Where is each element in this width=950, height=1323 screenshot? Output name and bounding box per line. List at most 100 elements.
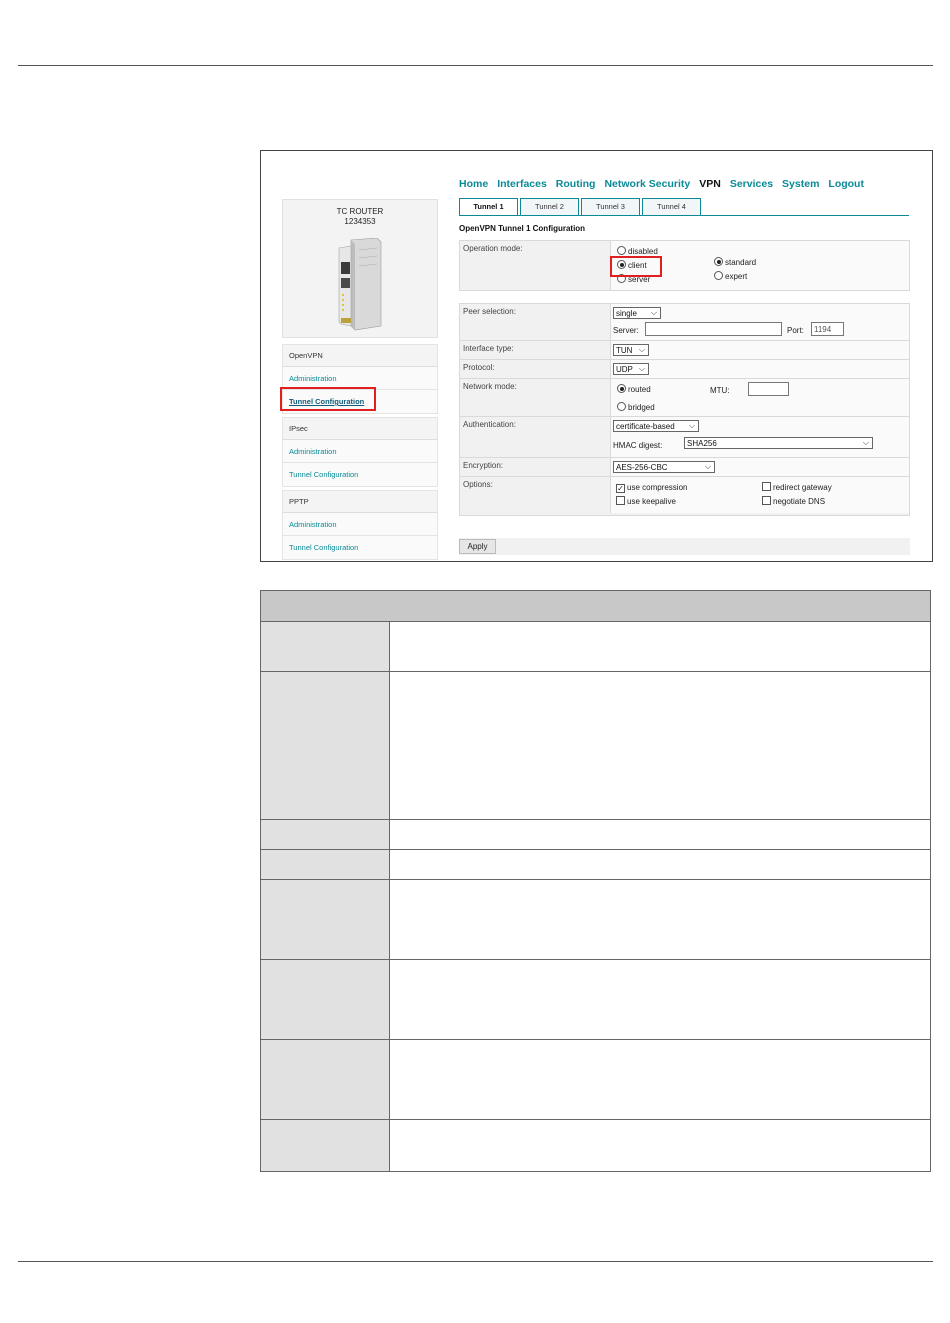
highlight-client-mode — [610, 256, 662, 277]
variant-expert-option[interactable]: expert — [714, 271, 747, 282]
variant-standard-label: standard — [725, 258, 757, 267]
radio-icon — [714, 271, 723, 280]
device-card: TC ROUTER 1234353 — [282, 199, 438, 338]
options-label: Options: — [463, 480, 493, 489]
apply-button[interactable]: Apply — [459, 539, 496, 554]
radio-icon — [617, 246, 626, 255]
interface-type-row: Interface type: TUN ⌵ — [460, 341, 909, 360]
sidebar-item-pptp-tunnel-configuration[interactable]: Tunnel Configuration — [283, 536, 437, 559]
nav-network-security[interactable]: Network Security — [604, 178, 690, 192]
interface-type-value: TUN — [616, 346, 633, 355]
sidebar-item-pptp-administration[interactable]: Administration — [283, 513, 437, 536]
sidebar-pptp: PPTP Administration Tunnel Configuration — [282, 490, 438, 560]
apply-bar — [459, 538, 910, 555]
network-mode-routed-option[interactable]: routed — [617, 384, 651, 395]
port-input[interactable]: 1194 — [811, 322, 844, 336]
protocol-value: UDP — [616, 365, 633, 374]
nav-home[interactable]: Home — [459, 178, 488, 192]
checkbox-icon — [616, 496, 625, 505]
nav-services[interactable]: Services — [730, 178, 773, 192]
sidebar-ipsec: IPsec Administration Tunnel Configuratio… — [282, 417, 438, 487]
interface-type-select[interactable]: TUN ⌵ — [613, 344, 649, 356]
nav-system[interactable]: System — [782, 178, 819, 192]
sidebar-item-ipsec-tunnel-configuration[interactable]: Tunnel Configuration — [283, 463, 437, 486]
option-redirect-gateway[interactable]: redirect gateway — [762, 482, 832, 493]
parameter-table-header — [261, 591, 930, 622]
network-mode-label: Network mode: — [463, 382, 517, 391]
protocol-label: Protocol: — [463, 363, 495, 372]
network-mode-bridged-label: bridged — [628, 403, 655, 412]
mode-disabled-label: disabled — [628, 247, 658, 256]
router-device-image — [338, 238, 382, 331]
table-cell-parameter — [261, 1040, 390, 1119]
table-cell-parameter — [261, 672, 390, 819]
radio-selected-icon — [714, 257, 723, 266]
table-cell-description — [390, 672, 930, 819]
option-use-keepalive[interactable]: use keepalive — [616, 496, 676, 507]
nav-interfaces[interactable]: Interfaces — [497, 178, 547, 192]
nav-logout[interactable]: Logout — [828, 178, 864, 192]
table-cell-description — [390, 880, 930, 959]
option-use-keepalive-label: use keepalive — [627, 497, 676, 506]
table-row — [261, 1040, 930, 1120]
chevron-down-icon: ⌵ — [638, 345, 645, 354]
operation-mode-label: Operation mode: — [463, 244, 523, 253]
tab-tunnel-1[interactable]: Tunnel 1 — [459, 198, 518, 215]
encryption-row: Encryption: AES-256-CBC ⌵ — [460, 458, 909, 477]
peer-selection-values: single ⌵ Server: Port: 1194 — [610, 304, 909, 340]
option-negotiate-dns[interactable]: negotiate DNS — [762, 496, 825, 507]
peer-selection-value: single — [616, 309, 637, 318]
table-row — [261, 850, 930, 880]
server-label: Server: — [613, 326, 639, 335]
variant-standard-option[interactable]: standard — [714, 257, 756, 268]
chevron-down-icon: ⌵ — [688, 421, 695, 430]
authentication-select[interactable]: certificate-based ⌵ — [613, 420, 699, 432]
sidebar-item-ipsec-administration[interactable]: Administration — [283, 440, 437, 463]
router-screenshot: TC ROUTER 1234353 OpenVPN Administration… — [260, 150, 933, 562]
protocol-row: Protocol: UDP ⌵ — [460, 360, 909, 379]
table-cell-description — [390, 960, 930, 1039]
tab-tunnel-2[interactable]: Tunnel 2 — [520, 198, 579, 215]
table-row — [261, 672, 930, 820]
chevron-down-icon: ⌵ — [704, 462, 711, 471]
authentication-values: certificate-based ⌵ HMAC digest: SHA256 ⌵ — [610, 417, 909, 457]
checkbox-checked-icon: ✓ — [616, 484, 625, 493]
table-row — [261, 880, 930, 960]
sidebar-heading: IPsec — [283, 418, 437, 440]
sidebar-heading: PPTP — [283, 491, 437, 513]
peer-selection-select[interactable]: single ⌵ — [613, 307, 661, 319]
device-title: TC ROUTER 1234353 — [283, 207, 437, 227]
tab-tunnel-3[interactable]: Tunnel 3 — [581, 198, 640, 215]
protocol-values: UDP ⌵ — [610, 360, 909, 378]
encryption-select[interactable]: AES-256-CBC ⌵ — [613, 461, 715, 473]
chevron-down-icon: ⌵ — [862, 438, 869, 447]
tunnel-settings-panel: Peer selection: single ⌵ Server: Port: 11… — [459, 303, 910, 516]
mtu-input[interactable] — [748, 382, 789, 396]
hmac-digest-select[interactable]: SHA256 ⌵ — [684, 437, 873, 449]
chevron-down-icon: ⌵ — [650, 308, 657, 317]
interface-type-label: Interface type: — [463, 344, 514, 353]
tab-underline — [459, 215, 909, 216]
option-negotiate-dns-label: negotiate DNS — [773, 497, 826, 506]
nav-routing[interactable]: Routing — [556, 178, 596, 192]
authentication-value: certificate-based — [616, 422, 675, 431]
table-row — [261, 820, 930, 850]
network-mode-row: Network mode: routed bridged MTU: — [460, 379, 909, 417]
table-row — [261, 1120, 930, 1171]
table-cell-description — [390, 1040, 930, 1119]
highlight-tunnel-configuration — [280, 387, 376, 411]
checkbox-icon — [762, 496, 771, 505]
option-use-compression[interactable]: ✓ use compression — [616, 482, 687, 493]
mtu-label: MTU: — [710, 386, 730, 395]
tab-tunnel-4[interactable]: Tunnel 4 — [642, 198, 701, 215]
encryption-label: Encryption: — [463, 461, 504, 470]
nav-vpn[interactable]: VPN — [699, 178, 721, 192]
checkbox-icon — [762, 482, 771, 491]
table-cell-parameter — [261, 622, 390, 671]
protocol-select[interactable]: UDP ⌵ — [613, 363, 649, 375]
peer-selection-row: Peer selection: single ⌵ Server: Port: 11… — [460, 304, 909, 341]
network-mode-bridged-option[interactable]: bridged — [617, 402, 655, 413]
network-mode-values: routed bridged MTU: — [610, 379, 909, 416]
sidebar-heading: OpenVPN — [283, 345, 437, 367]
server-input[interactable] — [645, 322, 782, 336]
